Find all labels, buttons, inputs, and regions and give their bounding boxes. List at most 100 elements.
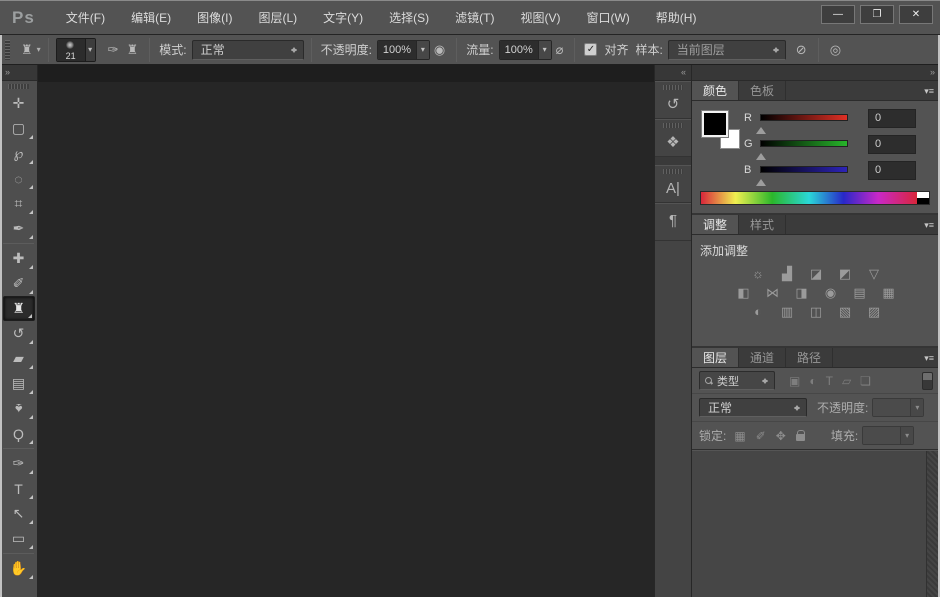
tool-quick-selection[interactable]: ◌ [3,166,35,191]
tool-lasso[interactable]: ℘ [3,141,35,166]
tab-adjustments[interactable]: 调整 [692,215,739,234]
properties-panel-button[interactable]: ❖ [655,119,691,157]
layer-filtering-toggle[interactable] [922,372,933,390]
dock-expand-icon[interactable]: « [655,65,691,81]
layer-list-scrollbar[interactable] [926,451,938,597]
black-white-swatches[interactable] [917,192,929,204]
opacity-dropdown[interactable]: 100% ▾ [377,40,430,60]
canvas-area[interactable] [38,65,654,597]
menu-select[interactable]: 选择(S) [376,1,442,35]
ignore-adjustment-layers-icon[interactable]: ⊘ [792,40,811,60]
tab-channels[interactable]: 通道 [739,348,786,367]
menu-window[interactable]: 窗口(W) [573,1,642,35]
tool-eyedropper[interactable]: ✒ [3,216,35,241]
close-button[interactable]: ✕ [899,5,933,24]
blue-value-field[interactable]: 0 [868,161,916,180]
green-slider-thumb[interactable] [756,148,766,160]
tool-move[interactable]: ✛ [3,91,35,116]
maximize-button[interactable]: ❐ [860,5,894,24]
aligned-checkbox[interactable]: ✓ [584,43,597,56]
vibrance-icon[interactable]: ▽ [864,266,884,282]
red-slider-thumb[interactable] [756,122,766,134]
levels-icon[interactable]: ▟ [777,266,797,282]
color-spectrum-ramp[interactable] [700,191,930,205]
layer-list[interactable] [692,450,940,597]
brush-preset-picker[interactable]: 21 ▾ [56,38,96,62]
character-panel-button[interactable]: A| [655,165,691,203]
blue-slider[interactable] [760,166,848,173]
toggle-clone-source-panel-icon[interactable]: ♜ [123,40,143,60]
exposure-icon[interactable]: ◩ [835,266,855,282]
red-slider[interactable] [760,114,848,121]
menu-layer[interactable]: 图层(L) [245,1,310,35]
foreground-color-swatch[interactable] [702,111,728,137]
toggle-brush-panel-icon[interactable]: ✑ [104,40,123,60]
flow-dropdown[interactable]: 100% ▾ [499,40,552,60]
green-slider[interactable] [760,140,848,147]
options-bar-grip[interactable] [5,40,10,60]
sample-dropdown[interactable]: 当前图层 [668,40,786,60]
color-balance-icon[interactable]: ⋈ [763,285,783,301]
tools-panel-grip[interactable] [8,84,29,89]
tool-pen[interactable]: ✑ [3,451,35,476]
paragraph-panel-button[interactable]: ¶ [655,203,691,241]
airbrush-icon[interactable]: ⌀ [552,40,568,60]
filter-smart-objects-icon[interactable]: ❏ [860,374,871,388]
gradient-map-icon[interactable]: ▧ [835,304,855,320]
tool-hand[interactable]: ✋ [3,556,35,581]
tool-crop[interactable]: ⌗ [3,191,35,216]
filter-type-layers-icon[interactable]: T [826,374,833,388]
filter-pixel-layers-icon[interactable]: ▣ [789,374,800,388]
lock-position-icon[interactable]: ✥ [776,429,786,443]
tool-type[interactable]: T [3,476,35,501]
tool-history-brush[interactable]: ↺ [3,321,35,346]
tool-blur[interactable]: ♠ [3,396,35,421]
tool-path-selection[interactable]: ↖ [3,501,35,526]
filter-shape-layers-icon[interactable]: ▱ [842,374,851,388]
fill-dropdown[interactable]: ▾ [862,426,914,445]
menu-edit[interactable]: 编辑(E) [118,1,184,35]
tablet-pressure-size-icon[interactable]: ◎ [826,40,845,60]
tablet-pressure-opacity-icon[interactable]: ◉ [430,40,449,60]
dock-collapse-icon[interactable]: » [692,65,940,81]
tool-gradient[interactable]: ▤ [3,371,35,396]
tab-layers[interactable]: 图层 [692,348,739,367]
tool-preset-arrow-icon[interactable]: ▾ [37,45,41,54]
tool-rectangle[interactable]: ▭ [3,526,35,551]
menu-help[interactable]: 帮助(H) [643,1,710,35]
tool-rectangular-marquee[interactable]: ▢ [3,116,35,141]
tab-paths[interactable]: 路径 [786,348,833,367]
menu-image[interactable]: 图像(I) [184,1,245,35]
brightness-contrast-icon[interactable]: ☼ [748,266,768,282]
threshold-icon[interactable]: ◫ [806,304,826,320]
tool-eraser[interactable]: ▰ [3,346,35,371]
posterize-icon[interactable]: ▥ [777,304,797,320]
black-white-icon[interactable]: ◨ [792,285,812,301]
blue-slider-thumb[interactable] [756,174,766,186]
menu-type[interactable]: 文字(Y) [310,1,376,35]
tab-styles[interactable]: 样式 [739,215,786,234]
tool-clone-stamp[interactable]: ♜ [3,296,35,321]
channel-mixer-icon[interactable]: ▤ [850,285,870,301]
invert-icon[interactable]: ◐ [748,304,768,320]
tool-spot-healing-brush[interactable]: ✚ [3,246,35,271]
tab-color[interactable]: 颜色 [692,81,739,100]
lock-transparent-pixels-icon[interactable]: ▦ [734,429,745,443]
minimize-button[interactable]: — [821,5,855,24]
layer-filter-kind-dropdown[interactable]: 类型 [699,371,775,390]
filter-adjustment-layers-icon[interactable]: ◐ [809,374,816,388]
tools-panel-collapse-icon[interactable]: » [0,65,37,81]
selective-color-icon[interactable]: ▨ [864,304,884,320]
menu-file[interactable]: 文件(F) [53,1,118,35]
red-value-field[interactable]: 0 [868,109,916,128]
tab-swatches[interactable]: 色板 [739,81,786,100]
lock-image-pixels-icon[interactable]: ✐ [756,429,766,443]
tool-dodge[interactable]: Ϙ [3,421,35,446]
color-lookup-icon[interactable]: ▦ [879,285,899,301]
lock-all-icon[interactable] [796,434,805,441]
brush-picker-arrow-icon[interactable]: ▾ [85,39,95,61]
blend-mode-dropdown[interactable]: 正常 [699,398,807,417]
tool-preset-icon[interactable]: ♜ [17,40,37,60]
mode-dropdown[interactable]: 正常 [192,40,304,60]
green-value-field[interactable]: 0 [868,135,916,154]
